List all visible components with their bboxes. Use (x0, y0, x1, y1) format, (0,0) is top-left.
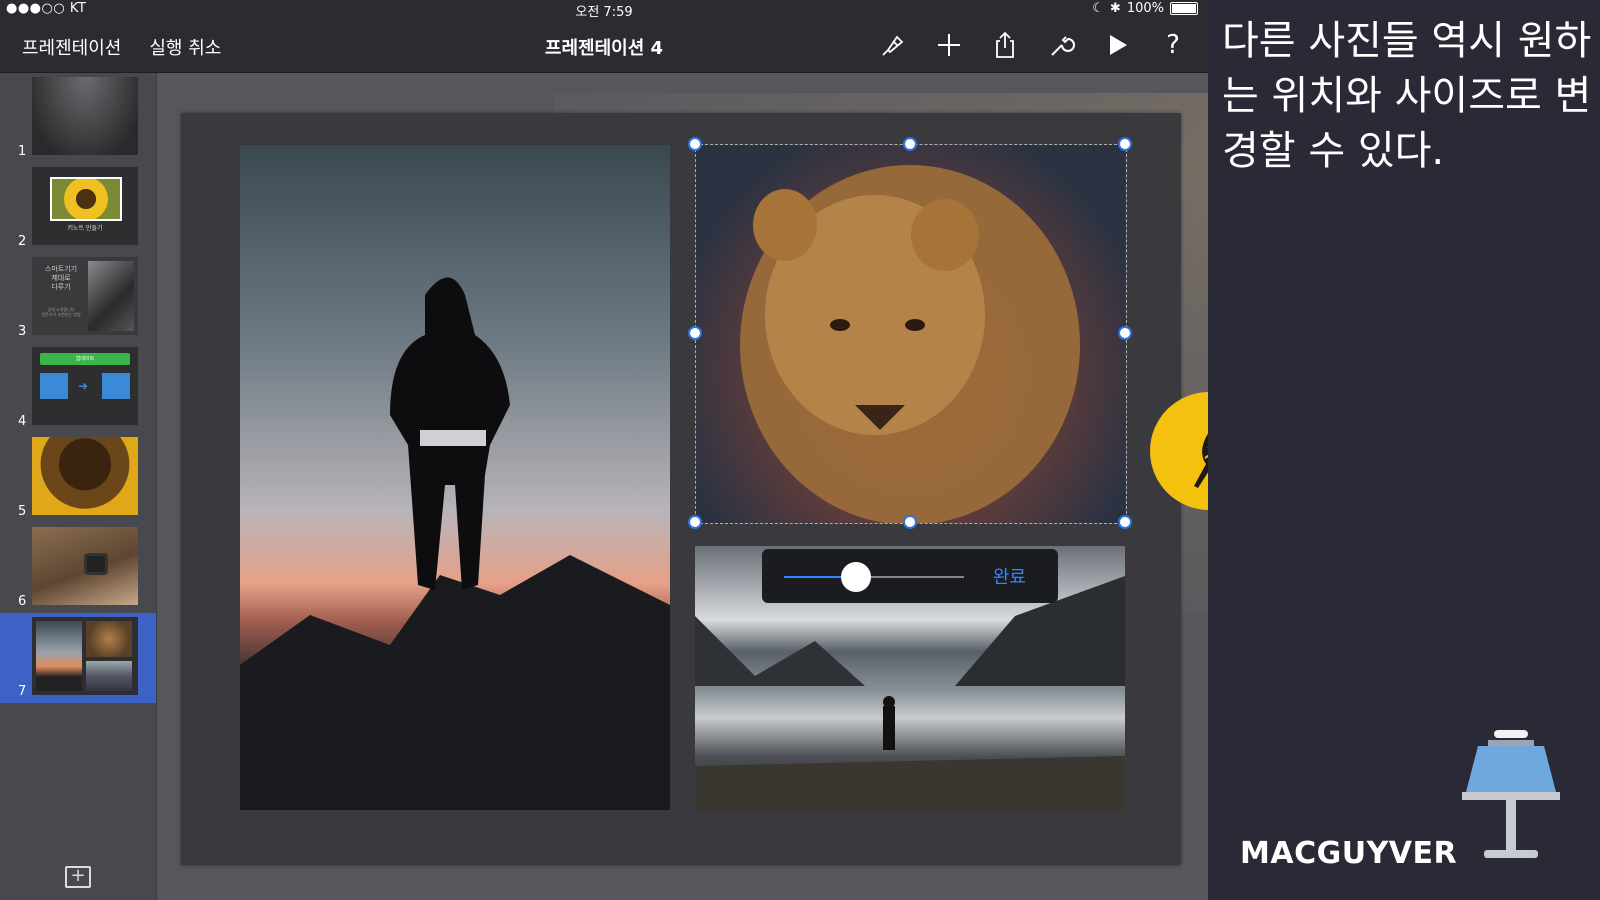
undo-button[interactable]: 실행 취소 (149, 34, 221, 60)
status-right: ☾ ✱ 100% (1092, 1, 1198, 16)
slide-number: 4 (18, 414, 27, 429)
resize-handle-bottom[interactable] (903, 515, 917, 529)
thumb-line: 다루기 (51, 283, 71, 291)
slide-thumb-7[interactable]: 7 (0, 613, 156, 703)
photo-man-on-rocks[interactable] (240, 145, 670, 810)
thumb-caption: 키노트 만들기 (67, 225, 103, 232)
watch-shape (84, 553, 108, 575)
thumb-box-right (102, 373, 130, 399)
slide-thumb-5[interactable]: 5 (0, 433, 156, 523)
resize-handle-left[interactable] (688, 326, 702, 340)
battery-percent: 100% (1126, 1, 1164, 16)
thumb-photo-lion (86, 621, 132, 657)
slide-number: 2 (18, 234, 27, 249)
thumb-photo-man (36, 621, 82, 691)
add-slide-button[interactable]: + (65, 866, 91, 888)
slide-number: 5 (18, 504, 27, 519)
thumb-photo-lake (86, 661, 132, 691)
share-icon[interactable] (990, 30, 1020, 60)
wrench-icon[interactable] (1046, 30, 1076, 60)
slide-navigator: 1 키노트 만들기 2 스마트기기 제대로 다루기 공개 소개합니다 전문가가 … (0, 73, 157, 900)
thumb-image (32, 527, 138, 605)
resize-handle-right[interactable] (1118, 326, 1132, 340)
sunflower-card-image (50, 177, 122, 221)
slide-thumb-2[interactable]: 키노트 만들기 2 (0, 163, 156, 253)
thumb-banner: 업데이트 (40, 353, 130, 365)
plus-icon[interactable] (934, 30, 964, 60)
thumb-image: 업데이트 ➜ (32, 347, 138, 425)
thumb-image (32, 437, 138, 515)
resize-handle-top[interactable] (903, 137, 917, 151)
opacity-slider-knob[interactable] (841, 562, 871, 592)
slide-number: 1 (18, 144, 27, 159)
thumb-line: 제대로 (51, 274, 71, 282)
opacity-popover: 완료 (762, 549, 1058, 603)
slide-thumb-6[interactable]: 6 (0, 523, 156, 613)
help-icon[interactable]: ? (1158, 30, 1188, 60)
keynote-podium-icon (1456, 730, 1566, 870)
status-time: 오전 7:59 (575, 5, 633, 20)
resize-handle-bottom-right[interactable] (1118, 515, 1132, 529)
slide-thumb-3[interactable]: 스마트기기 제대로 다루기 공개 소개합니다 전문가가 추천하는 방법 3 (0, 253, 156, 343)
ipad-screen: ●●●○○ KT 오전 7:59 ☾ ✱ 100% 프레젠테이션 실행 취소 프… (0, 0, 1208, 900)
thumb-box-left (40, 373, 68, 399)
slide-thumb-1[interactable]: 1 (0, 73, 156, 163)
slide-number: 6 (18, 594, 27, 609)
thumb-subtext: 공개 소개합니다 전문가가 추천하는 방법 (41, 307, 81, 317)
phone-image (88, 261, 134, 331)
paintbrush-icon[interactable] (878, 30, 908, 60)
thumb-image: 키노트 만들기 (32, 167, 138, 245)
status-bar: ●●●○○ KT 오전 7:59 ☾ ✱ 100% (0, 0, 1208, 20)
slide-number: 7 (18, 684, 27, 699)
done-button[interactable]: 완료 (993, 563, 1026, 589)
caption-text: 다른 사진들 역시 원하는 위치와 사이즈로 변경할 수 있다. (1222, 18, 1592, 174)
moon-icon: ☾ (1092, 1, 1104, 16)
brand-name: MACGUYVER (1240, 836, 1458, 871)
thumb-image (32, 617, 138, 695)
thumb-image (32, 77, 138, 155)
resize-handle-top-left[interactable] (688, 137, 702, 151)
toolbar: 프레젠테이션 실행 취소 프레젠테이션 4 ? (0, 20, 1208, 73)
battery-icon (1170, 2, 1198, 15)
thumb-image: 스마트기기 제대로 다루기 공개 소개합니다 전문가가 추천하는 방법 (32, 257, 138, 335)
presentations-button[interactable]: 프레젠테이션 (22, 34, 121, 60)
thumb-line: 스마트기기 (44, 265, 78, 273)
arrow-right-icon: ➜ (78, 379, 89, 393)
side-panel: 다른 사진들 역시 원하는 위치와 사이즈로 변경할 수 있다. MACGUYV… (1208, 0, 1600, 900)
slide-thumb-4[interactable]: 업데이트 ➜ 4 (0, 343, 156, 433)
play-icon[interactable] (1102, 30, 1132, 60)
opacity-slider-track[interactable] (784, 562, 964, 592)
resize-handle-bottom-left[interactable] (688, 515, 702, 529)
bluetooth-icon: ✱ (1109, 1, 1121, 16)
resize-handle-top-right[interactable] (1118, 137, 1132, 151)
slide-number: 3 (18, 324, 27, 339)
selection-box (695, 144, 1127, 524)
